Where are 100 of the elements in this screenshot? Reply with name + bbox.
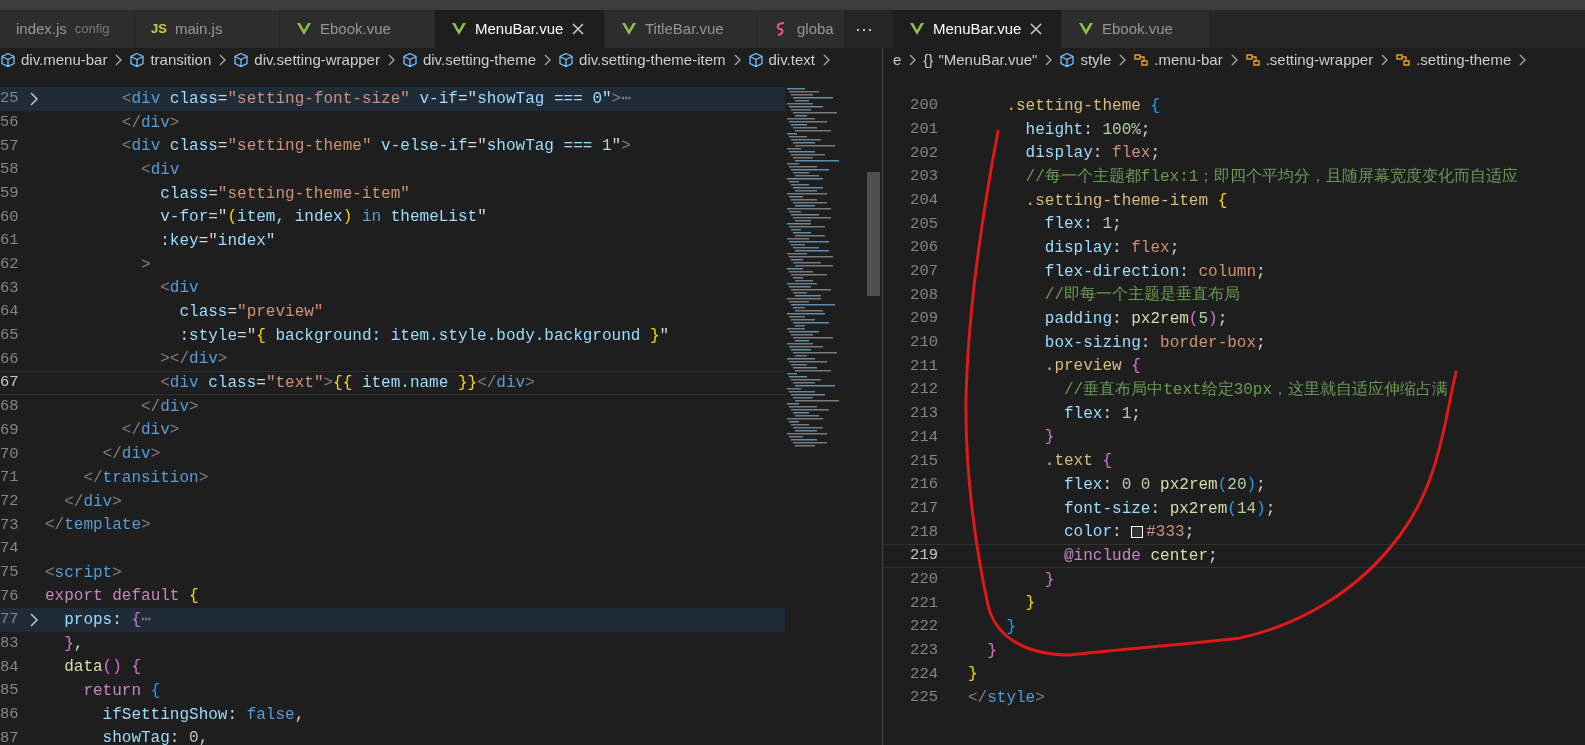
code-line: } bbox=[1043, 569, 1055, 591]
breadcrumb-item[interactable]: transition bbox=[150, 48, 212, 72]
code-line: } bbox=[1043, 427, 1055, 449]
code-line: ifSettingShow: false, bbox=[101, 704, 305, 726]
line-number: 222 bbox=[909, 616, 938, 638]
line-number: 57 bbox=[0, 135, 20, 157]
code-line: v-for="(item, index) in themeList" bbox=[159, 207, 487, 229]
editor-tab[interactable]: globa bbox=[757, 10, 845, 48]
chevron-icon bbox=[113, 53, 124, 67]
braces-icon: {} bbox=[923, 48, 934, 72]
line-number: 219 bbox=[909, 545, 938, 567]
vue-logo-icon bbox=[451, 21, 467, 37]
line-number: 25 bbox=[0, 88, 20, 110]
line-number: 200 bbox=[909, 95, 938, 117]
line-number: 70 bbox=[0, 443, 20, 465]
code-line: //每一个主题都flex:1；即四个平均分，且随屏幕宽度变化而自适应 bbox=[1024, 166, 1519, 188]
code-line: flex: 1; bbox=[1043, 214, 1122, 236]
close-icon bbox=[1029, 22, 1044, 36]
code-line: props: {⋯ bbox=[63, 609, 151, 631]
code-line: flex-direction: column; bbox=[1043, 261, 1266, 283]
line-number: 206 bbox=[909, 237, 938, 259]
chevron-icon bbox=[1517, 53, 1528, 67]
line-number: 220 bbox=[909, 568, 938, 590]
editor-tab[interactable]: MenuBar.vue bbox=[435, 10, 605, 48]
line-number: 64 bbox=[0, 301, 20, 323]
class-icon bbox=[1244, 52, 1261, 68]
line-number: 210 bbox=[909, 332, 938, 354]
breadcrumb-item[interactable]: e bbox=[893, 48, 902, 72]
code-line: .preview { bbox=[1043, 356, 1141, 378]
line-number: 205 bbox=[909, 213, 938, 235]
scrollbar-thumb[interactable] bbox=[867, 172, 880, 296]
code-line: </template> bbox=[45, 515, 151, 537]
line-number: 207 bbox=[909, 261, 938, 283]
cube-icon bbox=[1059, 52, 1076, 68]
code-line: </div> bbox=[63, 491, 122, 513]
color-swatch-icon bbox=[1131, 526, 1144, 539]
code-line: } bbox=[986, 640, 997, 662]
code-line: height: 100%; bbox=[1024, 119, 1151, 141]
code-line: color: #333; bbox=[1063, 522, 1195, 544]
chevron-icon bbox=[907, 53, 918, 67]
line-number: 215 bbox=[909, 450, 938, 472]
line-number: 73 bbox=[0, 514, 20, 536]
breadcrumb-item[interactable]: div.text bbox=[768, 48, 815, 72]
line-number: 202 bbox=[909, 142, 938, 164]
vue-logo-icon bbox=[1078, 21, 1094, 37]
breadcrumb-item[interactable]: div.setting-theme bbox=[422, 48, 537, 72]
code-line: </div> bbox=[120, 112, 180, 134]
breadcrumb-item[interactable]: .setting-wrapper bbox=[1265, 48, 1374, 72]
breadcrumb-item[interactable]: div.setting-wrapper bbox=[254, 48, 380, 72]
cube-icon bbox=[747, 52, 764, 68]
breadcrumb-item[interactable]: style bbox=[1080, 48, 1112, 72]
code-line: </style> bbox=[968, 688, 1045, 710]
code-line: > bbox=[140, 254, 151, 276]
line-number: 63 bbox=[0, 277, 20, 299]
breadcrumb-item[interactable]: div.menu-bar bbox=[21, 48, 108, 72]
code-line: <div class="setting-font-size" v-if="showTag === 0">⋯ bbox=[120, 88, 631, 110]
code-line: box-sizing: border-box; bbox=[1043, 332, 1266, 354]
code-line: <div class="setting-theme" v-else-if="showTag === 1"> bbox=[120, 136, 631, 158]
line-number: 76 bbox=[0, 585, 20, 607]
breadcrumb-item[interactable]: div.setting-theme-item bbox=[579, 48, 726, 72]
breadcrumb-item[interactable]: .menu-bar bbox=[1154, 48, 1223, 72]
code-line: flex: 1; bbox=[1063, 403, 1141, 425]
class-icon bbox=[1133, 52, 1150, 68]
class-icon bbox=[1395, 52, 1412, 68]
line-number: 59 bbox=[0, 182, 20, 204]
cube-icon bbox=[558, 52, 575, 68]
line-number: 223 bbox=[909, 640, 938, 662]
editor-tab[interactable]: Ebook.vue bbox=[280, 10, 435, 48]
line-number: 71 bbox=[0, 467, 20, 489]
line-number: 224 bbox=[909, 663, 938, 685]
line-number: 216 bbox=[909, 474, 938, 496]
chevron-icon bbox=[217, 53, 228, 67]
editor-tab[interactable]: MenuBar.vue bbox=[893, 10, 1062, 48]
breadcrumb-item[interactable]: .setting-theme bbox=[1416, 48, 1512, 72]
code-line: .setting-theme { bbox=[1005, 95, 1161, 117]
line-number: 217 bbox=[909, 497, 938, 519]
cube-icon bbox=[233, 52, 250, 68]
editor-tab[interactable]: index.js config bbox=[0, 10, 135, 48]
vue-logo-icon bbox=[621, 21, 637, 37]
editor-tab[interactable]: TitleBar.vue bbox=[605, 10, 757, 48]
chevron-icon bbox=[1043, 53, 1054, 67]
js-icon: JS bbox=[151, 19, 167, 39]
vue-logo-icon bbox=[296, 21, 312, 37]
code-line: data() { bbox=[63, 657, 142, 679]
code-line: <script> bbox=[45, 562, 122, 584]
code-line: </div> bbox=[140, 396, 199, 418]
line-number: 218 bbox=[909, 521, 938, 543]
close-icon bbox=[571, 22, 586, 36]
editor-tab[interactable]: Ebook.vue bbox=[1062, 10, 1210, 48]
editor-tab[interactable]: JS main.js bbox=[135, 10, 280, 48]
code-line: display: flex; bbox=[1043, 237, 1180, 259]
code-line: showTag: 0, bbox=[101, 728, 209, 745]
code-line: <div bbox=[140, 159, 180, 181]
line-number: 61 bbox=[0, 230, 20, 252]
breadcrumb-item[interactable]: "MenuBar.vue" bbox=[938, 48, 1038, 72]
code-line: <div bbox=[159, 278, 199, 300]
code-line: } bbox=[1024, 593, 1036, 615]
cube-icon bbox=[0, 52, 16, 68]
code-line: ></div> bbox=[159, 349, 228, 371]
chevron-icon bbox=[542, 53, 553, 67]
